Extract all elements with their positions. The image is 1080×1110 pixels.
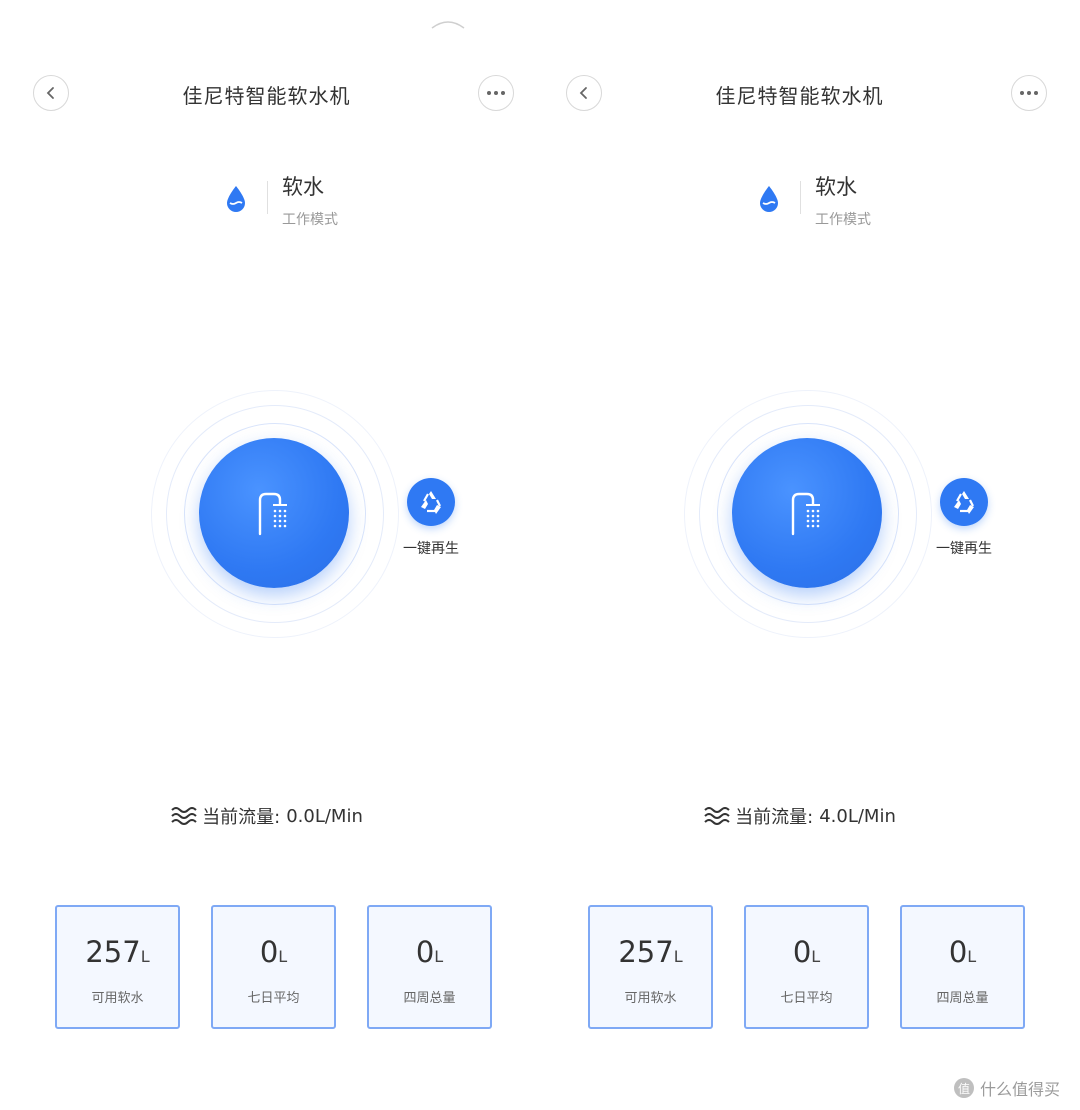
shower-icon <box>791 492 820 536</box>
stat-card-available-soft-water[interactable]: 257L 可用软水 <box>588 905 713 1029</box>
stat-unit: L <box>811 947 821 966</box>
stat-unit: L <box>140 947 150 966</box>
flow-label: 当前流量: <box>735 807 814 828</box>
stat-unit: L <box>673 947 683 966</box>
more-button[interactable] <box>478 75 514 111</box>
more-dots-icon <box>487 91 505 95</box>
stat-card-available-soft-water[interactable]: 257L 可用软水 <box>55 905 180 1029</box>
recycle-icon <box>421 491 441 514</box>
regenerate-button[interactable] <box>940 478 988 526</box>
flow-value: 4.0L/Min <box>819 805 896 827</box>
work-mode-label: 工作模式 <box>282 212 338 228</box>
stat-value: 0 <box>259 935 279 969</box>
watermark-text: 什么值得买 <box>980 1080 1061 1099</box>
page-title: 佳尼特智能软水机 <box>715 84 884 108</box>
water-wave-icon <box>704 807 730 825</box>
stat-label: 七日平均 <box>780 991 833 1006</box>
water-drop-icon <box>227 186 245 212</box>
flow-value: 0.0L/Min <box>286 805 363 827</box>
stat-value: 257 <box>85 935 141 969</box>
watermark: 值 什么值得买 <box>954 1076 1060 1100</box>
stat-label: 四周总量 <box>403 991 456 1006</box>
flow-label: 当前流量: <box>202 807 281 828</box>
regenerate-label: 一键再生 <box>403 541 459 557</box>
work-mode-value: 软水 <box>815 175 857 199</box>
mode-divider <box>267 181 268 214</box>
current-flow: 当前流量: 0.0L/Min <box>0 803 533 829</box>
water-wave-icon <box>171 807 197 825</box>
stat-card-seven-day-average[interactable]: 0L 七日平均 <box>211 905 336 1029</box>
stat-value: 0 <box>948 935 968 969</box>
work-mode-value: 软水 <box>282 175 324 199</box>
current-flow: 当前流量: 4.0L/Min <box>533 803 1066 829</box>
water-status-button[interactable] <box>732 438 882 588</box>
stat-value: 257 <box>618 935 674 969</box>
work-mode-label: 工作模式 <box>815 212 871 228</box>
water-drop-icon <box>760 186 778 212</box>
more-button[interactable] <box>1011 75 1047 111</box>
regenerate-button[interactable] <box>407 478 455 526</box>
stat-value: 0 <box>792 935 812 969</box>
stat-label: 四周总量 <box>936 991 989 1006</box>
stat-unit: L <box>278 947 288 966</box>
more-dots-icon <box>1020 91 1038 95</box>
zhi-logo-icon: 值 <box>954 1078 974 1098</box>
stat-label: 可用软水 <box>624 991 677 1006</box>
device-panel-right: 佳尼特智能软水机 软水 工作模式 一键再生 当前流量: 4.0L/Min 257… <box>533 0 1066 1110</box>
stat-label: 可用软水 <box>91 991 144 1006</box>
stat-card-four-week-total[interactable]: 0L 四周总量 <box>367 905 492 1029</box>
stat-value: 0 <box>415 935 435 969</box>
mode-divider <box>800 181 801 214</box>
stat-label: 七日平均 <box>247 991 300 1006</box>
water-status-button[interactable] <box>199 438 349 588</box>
page-title: 佳尼特智能软水机 <box>182 84 351 108</box>
stat-card-four-week-total[interactable]: 0L 四周总量 <box>900 905 1025 1029</box>
shower-icon <box>258 492 287 536</box>
stat-unit: L <box>434 947 444 966</box>
device-panel-left: 佳尼特智能软水机 软水 工作模式 一键再生 当前流量: 0.0L/Min 257… <box>0 0 533 1110</box>
recycle-icon <box>954 491 974 514</box>
stat-card-seven-day-average[interactable]: 0L 七日平均 <box>744 905 869 1029</box>
regenerate-label: 一键再生 <box>936 541 992 557</box>
stat-unit: L <box>967 947 977 966</box>
